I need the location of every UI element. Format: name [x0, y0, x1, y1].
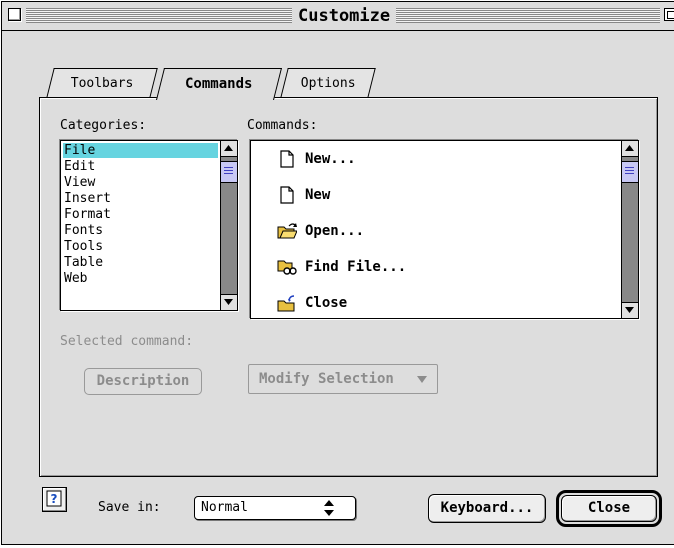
description-button[interactable]: Description — [84, 368, 202, 395]
selected-command-label: Selected command: — [60, 334, 194, 349]
commands-panel: Categories: Commands: File Edit View Ins… — [39, 97, 658, 477]
scroll-thumb[interactable] — [622, 161, 638, 183]
keyboard-button[interactable]: Keyboard... — [428, 494, 546, 523]
category-item-web[interactable]: Web — [63, 271, 218, 286]
category-item-file[interactable]: File — [63, 143, 218, 158]
window-close-box[interactable] — [8, 8, 21, 21]
chevron-down-icon — [417, 376, 427, 383]
category-item-tools[interactable]: Tools — [63, 239, 218, 254]
save-in-popup[interactable]: Normal — [194, 496, 356, 520]
window-title: Customize — [292, 5, 397, 27]
scroll-down-arrow-icon[interactable] — [622, 302, 638, 318]
category-item-table[interactable]: Table — [63, 255, 218, 270]
find-file-icon — [277, 260, 297, 275]
category-item-fonts[interactable]: Fonts — [63, 223, 218, 238]
new-document-icon — [280, 150, 294, 168]
tab-commands-label: Commands — [185, 76, 253, 92]
category-item-insert[interactable]: Insert — [63, 191, 218, 206]
close-folder-icon — [277, 295, 295, 312]
scroll-up-arrow-icon[interactable] — [221, 141, 237, 157]
svg-text:?: ? — [51, 492, 58, 506]
title-bar[interactable]: Customize — [2, 2, 674, 31]
new-document-icon — [280, 186, 294, 204]
save-in-label: Save in: — [98, 500, 161, 515]
commands-list[interactable]: New... New Open... Find File... Close — [250, 140, 639, 319]
modify-selection-button[interactable]: Modify Selection — [248, 364, 438, 394]
tab-options[interactable]: Options — [280, 68, 376, 98]
customize-window: Customize Toolbars Commands Options Cate… — [1, 1, 674, 545]
categories-label: Categories: — [60, 118, 147, 133]
scroll-down-arrow-icon[interactable] — [221, 294, 237, 310]
tab-toolbars[interactable]: Toolbars — [46, 68, 158, 98]
open-folder-icon — [277, 223, 297, 239]
close-button[interactable]: Close — [561, 495, 657, 522]
category-item-format[interactable]: Format — [63, 207, 218, 222]
tab-commands[interactable]: Commands — [156, 68, 282, 100]
window-zoom-box[interactable] — [664, 8, 674, 21]
save-in-value: Normal — [201, 500, 248, 515]
modify-selection-label: Modify Selection — [259, 371, 394, 387]
tab-toolbars-label: Toolbars — [70, 76, 134, 91]
category-item-edit[interactable]: Edit — [63, 159, 218, 174]
help-button[interactable]: ? — [42, 487, 67, 512]
commands-label: Commands: — [247, 118, 318, 133]
category-item-view[interactable]: View — [63, 175, 218, 190]
up-down-arrows-icon — [324, 500, 334, 516]
tab-options-label: Options — [300, 76, 356, 91]
categories-list[interactable]: File Edit View Insert Format Fonts Tools… — [60, 140, 238, 311]
commands-scrollbar[interactable] — [621, 141, 638, 318]
help-icon: ? — [46, 490, 62, 507]
scroll-thumb[interactable] — [221, 161, 237, 183]
categories-scrollbar[interactable] — [220, 141, 237, 310]
scroll-up-arrow-icon[interactable] — [622, 141, 638, 157]
